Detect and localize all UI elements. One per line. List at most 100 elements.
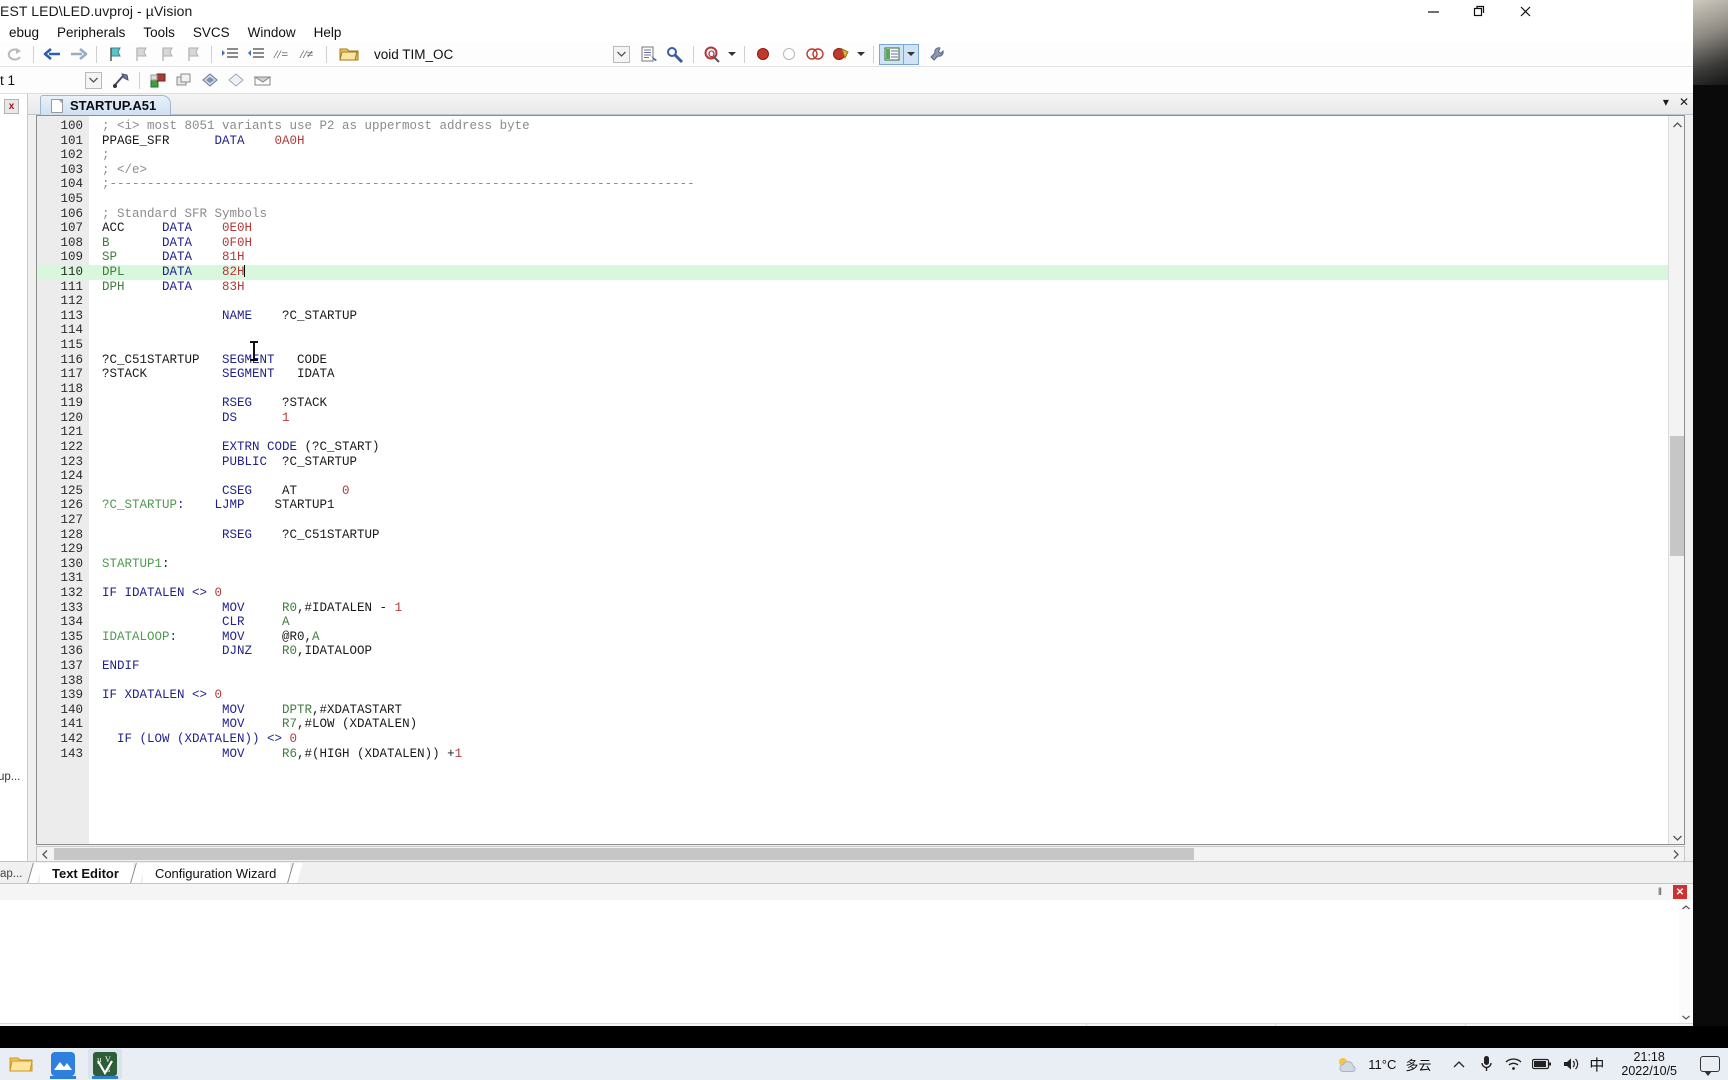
code-line[interactable]: 102; xyxy=(37,148,1684,163)
code-line[interactable]: 142 IF (LOW (XDATALEN)) <> 0 xyxy=(37,732,1684,747)
document-tab-startup-a51[interactable]: STARTUP.A51 xyxy=(40,95,172,115)
breakpoint-toggle-icon[interactable] xyxy=(802,43,828,66)
breakpoint-kill-all-icon[interactable] xyxy=(828,43,854,66)
code-horizontal-scrollbar[interactable] xyxy=(36,846,1685,862)
menu-help[interactable]: Help xyxy=(305,23,351,42)
code-line[interactable]: 134 CLR A xyxy=(37,615,1684,630)
breakpoint-dropdown-icon[interactable] xyxy=(854,43,868,66)
weather-icon[interactable] xyxy=(1335,1054,1359,1074)
code-line[interactable]: 130 STARTUP1: xyxy=(37,557,1684,572)
indent-icon[interactable] xyxy=(217,43,243,66)
output-vertical-scrollbar[interactable] xyxy=(1679,900,1693,1024)
code-line[interactable]: 137 ENDIF xyxy=(37,659,1684,674)
code-line[interactable]: 131 xyxy=(37,571,1684,586)
output-scroll-up-icon[interactable] xyxy=(1679,900,1693,914)
code-line[interactable]: 105 xyxy=(37,192,1684,207)
code-line[interactable]: 115 xyxy=(37,338,1684,353)
code-line[interactable]: 129 xyxy=(37,542,1684,557)
code-line[interactable]: 143 MOV R6,#(HIGH (XDATALEN)) +1 xyxy=(37,747,1684,762)
tab-text-editor[interactable]: Text Editor xyxy=(40,863,133,883)
code-line[interactable]: 127 xyxy=(37,513,1684,528)
output-close-icon[interactable]: ✕ xyxy=(1673,885,1687,899)
code-line[interactable]: 113 NAME ?C_STARTUP xyxy=(37,309,1684,324)
bookmark-next-icon[interactable] xyxy=(154,43,180,66)
code-line[interactable]: 109 SP DATA 81H xyxy=(37,250,1684,265)
code-line[interactable]: 141 MOV R7,#LOW (XDATALEN) xyxy=(37,717,1684,732)
taskbar-file-explorer-icon[interactable] xyxy=(4,1049,38,1079)
redo-icon[interactable] xyxy=(2,43,28,66)
menu-window[interactable]: Window xyxy=(239,23,305,42)
code-line[interactable]: 125 CSEG AT 0 xyxy=(37,484,1684,499)
code-line[interactable]: 120 DS 1 xyxy=(37,411,1684,426)
menu-svcs[interactable]: SVCS xyxy=(184,23,239,42)
code-line[interactable]: 133 MOV R0,#IDATALEN - 1 xyxy=(37,601,1684,616)
forward-icon[interactable] xyxy=(65,43,91,66)
configure-target-icon[interactable] xyxy=(925,43,951,66)
code-line[interactable]: 112 xyxy=(37,294,1684,309)
output-scroll-down-icon[interactable] xyxy=(1679,1010,1693,1024)
tab-close-icon[interactable]: ✕ xyxy=(1679,95,1689,109)
code-line[interactable]: 108 B DATA 0F0H xyxy=(37,236,1684,251)
code-line[interactable]: 104 ;------------------------------------… xyxy=(37,177,1684,192)
taskbar-photos-app-icon[interactable] xyxy=(46,1049,80,1079)
menu-tools[interactable]: Tools xyxy=(134,23,184,42)
code-line[interactable]: 132 IF IDATALEN <> 0 xyxy=(37,586,1684,601)
find-dropdown-icon[interactable] xyxy=(725,43,739,66)
rebuild-all-icon[interactable] xyxy=(171,69,197,92)
code-line[interactable]: 110 DPL DATA 82H xyxy=(37,264,1684,280)
code-line[interactable]: 103 ; </e> xyxy=(37,163,1684,178)
combo-dropdown-icon[interactable] xyxy=(613,45,630,63)
project-panel-close-button[interactable]: x xyxy=(4,99,19,114)
code-vertical-scrollbar[interactable] xyxy=(1668,116,1684,844)
menu-debug[interactable]: ebug xyxy=(0,23,48,42)
function-combo[interactable]: void TIM_OC xyxy=(368,44,528,64)
battery-icon[interactable] xyxy=(1531,1054,1553,1074)
breakpoint-icon[interactable] xyxy=(750,43,776,66)
ime-chinese-icon[interactable]: 中 xyxy=(1589,1054,1604,1075)
tab-list-dropdown-icon[interactable]: ▾ xyxy=(1663,95,1669,109)
target-dropdown-icon[interactable] xyxy=(85,71,103,89)
uncomment-icon[interactable]: //≠ xyxy=(295,43,321,66)
volume-icon[interactable] xyxy=(1562,1054,1580,1074)
code-line[interactable]: 136 DJNZ R0,IDATALOOP xyxy=(37,644,1684,659)
comment-icon[interactable]: //= xyxy=(269,43,295,66)
code-line[interactable]: 100 ; <i> most 8051 variants use P2 as up… xyxy=(37,119,1684,134)
open-folder-icon[interactable] xyxy=(336,43,362,66)
wifi-icon[interactable] xyxy=(1504,1054,1522,1074)
code-line[interactable]: 101 PPAGE_SFR DATA 0A0H xyxy=(37,134,1684,149)
code-line[interactable]: 121 xyxy=(37,425,1684,440)
outdent-icon[interactable] xyxy=(243,43,269,66)
code-line[interactable]: 124 xyxy=(37,469,1684,484)
code-line[interactable]: 123 PUBLIC ?C_STARTUP xyxy=(37,455,1684,470)
code-line[interactable]: 126 ?C_STARTUP: LJMP STARTUP1 xyxy=(37,498,1684,513)
minimize-button[interactable] xyxy=(1410,0,1456,23)
back-icon[interactable] xyxy=(39,43,65,66)
microphone-icon[interactable] xyxy=(1477,1054,1495,1074)
stop-build-icon[interactable] xyxy=(249,69,275,92)
restore-button[interactable] xyxy=(1456,0,1502,23)
code-line[interactable]: 128 RSEG ?C_C51STARTUP xyxy=(37,528,1684,543)
code-line[interactable]: 138 xyxy=(37,674,1684,689)
horizontal-scroll-thumb[interactable] xyxy=(54,848,1194,860)
scroll-right-icon[interactable] xyxy=(1668,847,1684,861)
breakpoint-disabled-icon[interactable] xyxy=(776,43,802,66)
find-in-files-icon[interactable]: Q xyxy=(699,43,725,66)
code-line[interactable]: 107 ACC DATA 0E0H xyxy=(37,221,1684,236)
code-line[interactable]: 139 IF XDATALEN <> 0 xyxy=(37,688,1684,703)
code-line[interactable]: 117 ?STACK SEGMENT IDATA xyxy=(37,367,1684,382)
vertical-scroll-thumb[interactable] xyxy=(1670,436,1684,556)
build-target-icon[interactable] xyxy=(145,69,171,92)
layout-dropdown-icon[interactable] xyxy=(904,43,919,65)
code-line[interactable]: 106 ; Standard SFR Symbols xyxy=(37,207,1684,222)
code-line[interactable]: 111 DPH DATA 83H xyxy=(37,280,1684,295)
taskbar-clock[interactable]: 21:18 2022/10/5 xyxy=(1621,1050,1677,1078)
configure-icon[interactable] xyxy=(662,43,688,66)
show-hidden-icons-chevron-icon[interactable] xyxy=(1450,1054,1468,1074)
pin-icon[interactable]: ‖ xyxy=(1653,885,1667,899)
batch-build-icon[interactable] xyxy=(197,69,223,92)
code-line[interactable]: 135 IDATALOOP: MOV @R0,A xyxy=(37,630,1684,645)
menu-peripherals[interactable]: Peripherals xyxy=(48,23,134,42)
taskbar-uvision-app-icon[interactable]: µ V s xyxy=(88,1049,122,1079)
code-editor[interactable]: 100; <i> most 8051 variants use P2 as up… xyxy=(36,115,1685,845)
bookmark-toggle-icon[interactable] xyxy=(102,43,128,66)
